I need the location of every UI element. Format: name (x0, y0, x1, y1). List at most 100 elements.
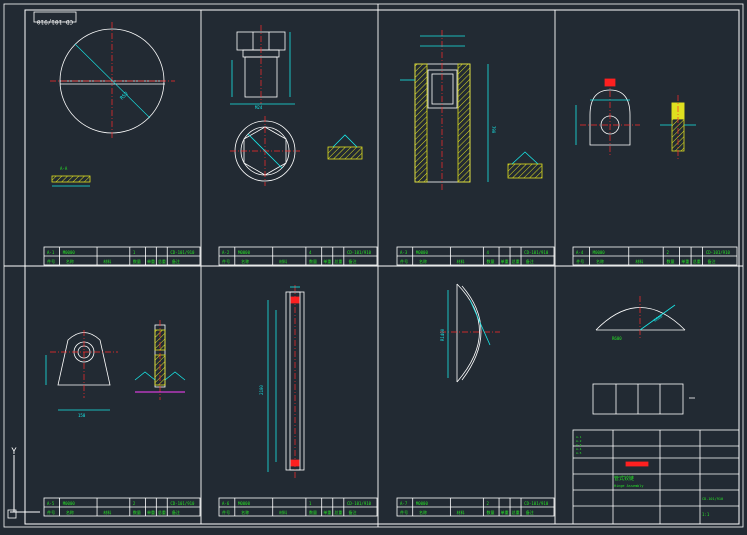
part-no: A-2 (222, 250, 230, 255)
table-header: 材料 (457, 509, 465, 515)
table-header: 名称 (241, 509, 249, 515)
part-no: A-1 (47, 250, 55, 255)
drawing-label: CD-101/910 (37, 18, 74, 25)
table-header: 备注 (349, 258, 357, 264)
title-block-drawing-no: CD-101/910 (702, 497, 723, 501)
arch-label: R600 (612, 336, 622, 341)
table-header: 名称 (241, 258, 249, 264)
table-header: 件号 (222, 509, 230, 515)
bracket-red-marker (604, 78, 616, 87)
table-header: 单重 (501, 258, 509, 264)
part-code: CD-101/910 (706, 250, 731, 255)
table-header: 总重 (512, 509, 520, 515)
table-header: 名称 (66, 258, 74, 264)
table-header: 单重 (147, 509, 155, 515)
ucs-origin-box (7, 509, 17, 519)
bolt-section-dims (332, 134, 358, 148)
lug-dim-bottom-label: 150 (78, 413, 86, 418)
bar-dim-label: 2100 (259, 385, 264, 395)
table-header: 总重 (158, 509, 166, 515)
table-header: 数量 (666, 258, 674, 264)
cad-drawing-canvas[interactable]: CD-101/910 A-1 M0000 1 CD-101/910 件号 名称 材料 数量 单重总… (0, 0, 747, 531)
table-header: 数量 (133, 258, 141, 264)
part-code: CD-101/910 (524, 250, 549, 255)
inner-frame (24, 9, 740, 525)
table-header: 总重 (512, 258, 520, 264)
part-code: CD-101/910 (347, 501, 372, 506)
part-name: M0000 (593, 250, 606, 255)
table-header: 总重 (334, 258, 342, 264)
table-header: 数量 (309, 258, 317, 264)
part-code: CD-101/910 (170, 250, 195, 255)
table-header: 材料 (279, 509, 287, 515)
part-name: M0000 (63, 501, 76, 506)
ucs-y-label: Y (11, 447, 17, 457)
table-header: 备注 (172, 258, 180, 264)
table-header: 件号 (400, 509, 408, 515)
part-no: A-4 (576, 250, 584, 255)
disc-section-strip (51, 175, 91, 183)
title-block (572, 429, 740, 525)
table-header: 名称 (66, 509, 74, 515)
part-qty: 4 (486, 250, 489, 255)
part-name: M0000 (238, 501, 251, 506)
bar-red-top (290, 296, 300, 304)
table-header: 备注 (172, 509, 180, 515)
table-header: 备注 (526, 509, 534, 515)
part-name: M0000 (416, 501, 429, 506)
table-header: 单重 (501, 509, 509, 515)
table-header: 备注 (526, 258, 534, 264)
part-name: M0000 (238, 250, 251, 255)
bolt-section (327, 146, 363, 160)
part-no: A-3 (400, 250, 408, 255)
tube-section-dims (511, 151, 539, 165)
table-header: 件号 (400, 258, 408, 264)
part-name: M0000 (416, 250, 429, 255)
outer-border (3, 3, 744, 528)
table-header: 名称 (419, 258, 427, 264)
table-header: 材料 (279, 258, 287, 264)
disc-dim-radius: R52 (119, 91, 130, 102)
tube-wall-left (414, 63, 428, 183)
table-header: 材料 (103, 509, 111, 515)
title-block-subtitle: Hinge Assembly (614, 484, 644, 488)
table-header: 单重 (147, 258, 155, 264)
table-header: 数量 (486, 258, 494, 264)
part-no: A-7 (400, 501, 408, 506)
curve-outer (456, 283, 480, 383)
tube-wall-right (457, 63, 471, 183)
part-qty: 2 (666, 250, 669, 255)
table-header: 材料 (635, 258, 643, 264)
part-no: A-5 (47, 501, 55, 506)
table-header: 名称 (419, 509, 427, 515)
part-qty: 2 (133, 501, 136, 506)
table-header: 总重 (334, 509, 342, 515)
part-qty: 4 (309, 250, 312, 255)
table-header: 备注 (349, 509, 357, 515)
part-name: M0000 (63, 250, 76, 255)
table-header: 件号 (222, 258, 230, 264)
table-header: 材料 (457, 258, 465, 264)
title-block-red (625, 461, 649, 467)
bar-red-bottom (290, 459, 300, 467)
table-header: 数量 (486, 509, 494, 515)
tube-window-inner (431, 73, 454, 105)
tube-dim-height-label: 790 (491, 126, 496, 134)
arch-outline (595, 307, 686, 331)
part-code: CD-101/910 (524, 501, 549, 506)
curve-inner (461, 285, 482, 381)
part-code: CD-101/910 (347, 250, 372, 255)
table-header: 总重 (158, 258, 166, 264)
part-no: A-6 (222, 501, 230, 506)
table-header: 数量 (133, 509, 141, 515)
table-header: 件号 (576, 258, 584, 264)
bolt-dim-label: M24 (255, 105, 263, 110)
title-block-scale: 1:1 (702, 512, 710, 517)
title-block-rev: A-5 (576, 451, 582, 455)
curve-dim (469, 299, 491, 346)
part-qty: 2 (486, 501, 489, 506)
part-qty: 1 (309, 501, 312, 506)
table-header: 总重 (693, 258, 701, 264)
tube-section (507, 163, 543, 179)
table-header: 名称 (596, 258, 604, 264)
